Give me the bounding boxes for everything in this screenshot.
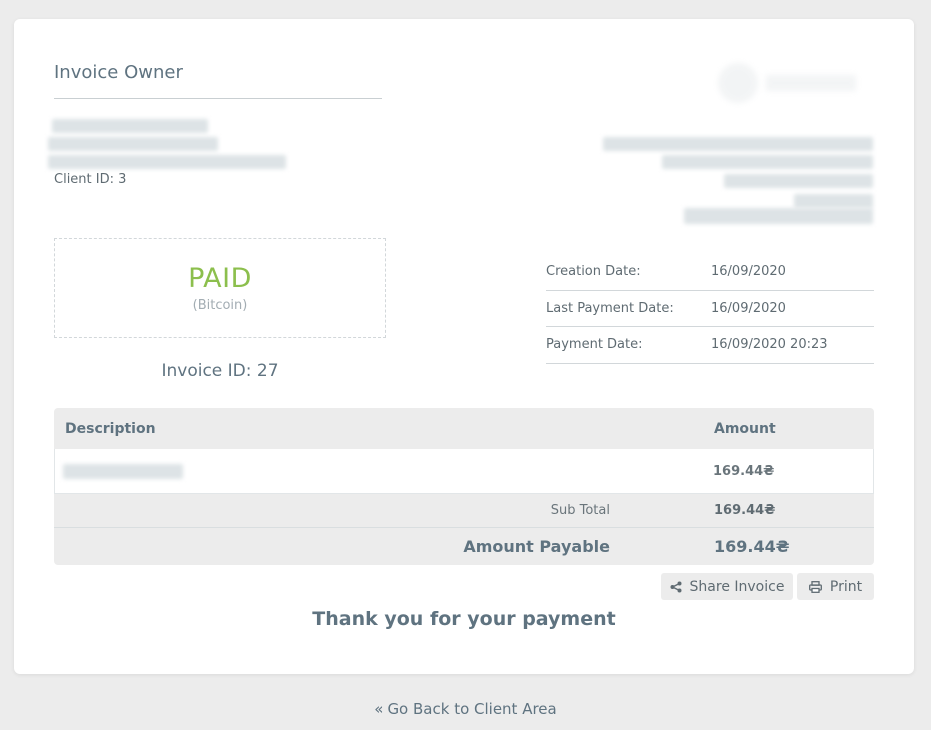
payment-status-box: PAID (Bitcoin): [54, 238, 386, 338]
owner-divider: [54, 98, 382, 99]
invoice-card: Invoice Owner Client ID: 3 PAID (Bitcoin…: [14, 19, 914, 674]
item-amount: 169.44₴: [713, 463, 775, 479]
amount-payable-value: 169.44₴: [714, 537, 790, 556]
last-payment-date-row: Last Payment Date: 16/09/2020: [546, 291, 874, 327]
print-button[interactable]: Print: [797, 573, 874, 600]
invoice-dates: Creation Date: 16/09/2020 Last Payment D…: [546, 254, 874, 364]
back-link-label: Go Back to Client Area: [387, 700, 557, 718]
item-description: [55, 449, 713, 493]
subtotal-value: 169.44₴: [714, 503, 776, 518]
payment-date-value: 16/09/2020 20:23: [711, 337, 828, 353]
share-invoice-button[interactable]: Share Invoice: [661, 573, 793, 600]
back-to-client-area-link[interactable]: «Go Back to Client Area: [0, 700, 931, 718]
payment-date-label: Payment Date:: [546, 337, 643, 353]
paid-status: PAID: [188, 263, 252, 294]
description-header: Description: [65, 420, 156, 437]
invoice-id: Invoice ID: 27: [161, 361, 279, 381]
table-row: 169.44₴: [54, 449, 874, 494]
table-header: Description Amount: [54, 408, 874, 449]
creation-date-value: 16/09/2020: [711, 264, 786, 280]
printer-icon: [808, 580, 822, 593]
amount-payable-label: Amount Payable: [463, 537, 610, 556]
invoice-owner-heading: Invoice Owner: [54, 62, 183, 83]
creation-date-label: Creation Date:: [546, 264, 641, 280]
subtotal-label: Sub Total: [550, 503, 610, 518]
total-row: Amount Payable 169.44₴: [54, 528, 874, 565]
creation-date-row: Creation Date: 16/09/2020: [546, 254, 874, 291]
amount-header: Amount: [714, 420, 776, 437]
thank-you-message: Thank you for your payment: [312, 608, 616, 630]
share-invoice-label: Share Invoice: [689, 578, 785, 595]
invoice-items-table: Description Amount 169.44₴ Sub Total 169…: [54, 408, 874, 565]
last-payment-date-label: Last Payment Date:: [546, 300, 674, 316]
subtotal-row: Sub Total 169.44₴: [54, 494, 874, 528]
share-icon: [670, 581, 682, 592]
print-label: Print: [829, 578, 863, 595]
last-payment-date-value: 16/09/2020: [711, 300, 786, 316]
client-id: Client ID: 3: [54, 172, 127, 187]
company-logo: [718, 63, 856, 103]
payment-method: (Bitcoin): [192, 298, 248, 313]
payment-date-row: Payment Date: 16/09/2020 20:23: [546, 327, 874, 364]
double-chevron-left-icon: «: [374, 700, 384, 718]
